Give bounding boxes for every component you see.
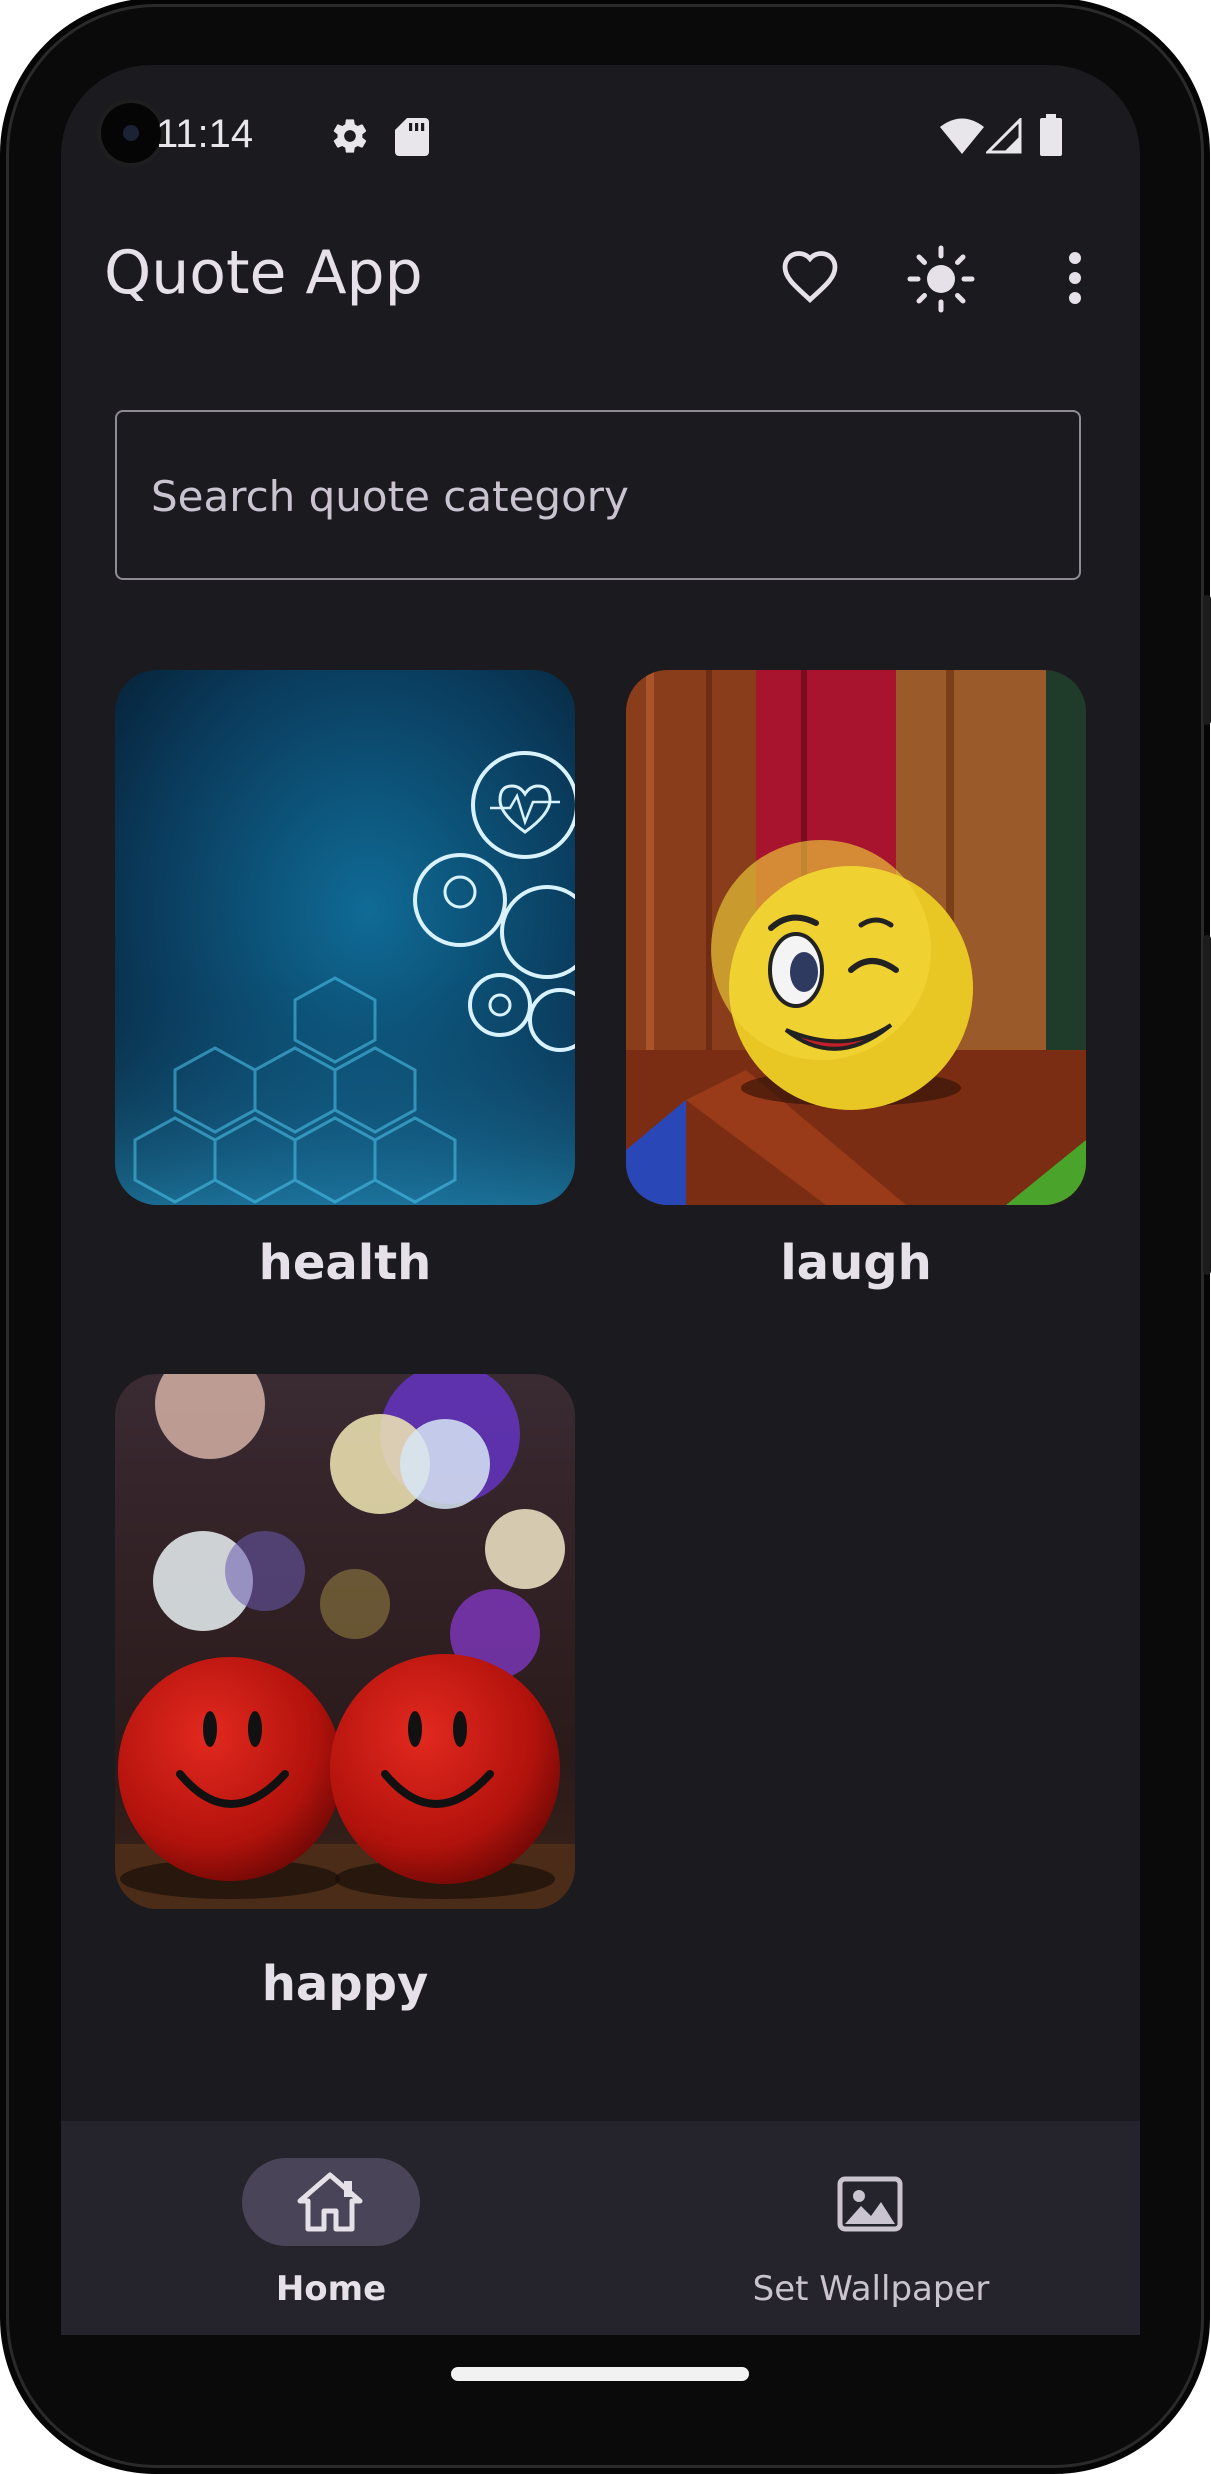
winking-smiley-ball-image xyxy=(626,670,1086,1205)
category-label: happy xyxy=(261,1956,429,2012)
brightness-icon[interactable] xyxy=(907,245,975,313)
category-card-happy[interactable]: happy xyxy=(115,1374,575,2024)
bottom-navigation-bar: Home Set Wallpaper xyxy=(61,2121,1140,2335)
category-card-health[interactable]: health xyxy=(115,670,575,1310)
app-title: Quote App xyxy=(104,238,423,308)
volume-button xyxy=(1203,935,1211,1275)
red-smiley-balls-image xyxy=(115,1374,575,1909)
image-icon xyxy=(837,2176,903,2232)
nav-label-set-wallpaper: Set Wallpaper xyxy=(752,2269,990,2309)
category-card-laugh[interactable]: laugh xyxy=(626,670,1086,1310)
status-time: 11:14 xyxy=(156,112,254,156)
health-technology-image xyxy=(115,670,575,1205)
power-button xyxy=(1203,595,1211,725)
front-camera xyxy=(101,103,161,163)
heart-icon[interactable] xyxy=(780,248,840,304)
search-input[interactable] xyxy=(149,412,1053,580)
cell-signal-icon xyxy=(986,118,1022,154)
category-label: laugh xyxy=(780,1235,932,1291)
search-field[interactable] xyxy=(115,410,1081,580)
nav-item-home[interactable]: Home xyxy=(61,2121,601,2335)
nav-label-home: Home xyxy=(275,2269,387,2309)
settings-gear-icon xyxy=(333,119,367,153)
more-vert-icon[interactable] xyxy=(1060,250,1090,306)
nav-item-set-wallpaper[interactable]: Set Wallpaper xyxy=(601,2121,1141,2335)
sd-card-icon xyxy=(395,118,429,156)
home-indicator[interactable] xyxy=(451,2367,749,2381)
home-icon xyxy=(297,2172,363,2232)
category-label: health xyxy=(258,1235,432,1291)
battery-icon xyxy=(1040,114,1062,156)
wifi-icon xyxy=(940,118,984,154)
